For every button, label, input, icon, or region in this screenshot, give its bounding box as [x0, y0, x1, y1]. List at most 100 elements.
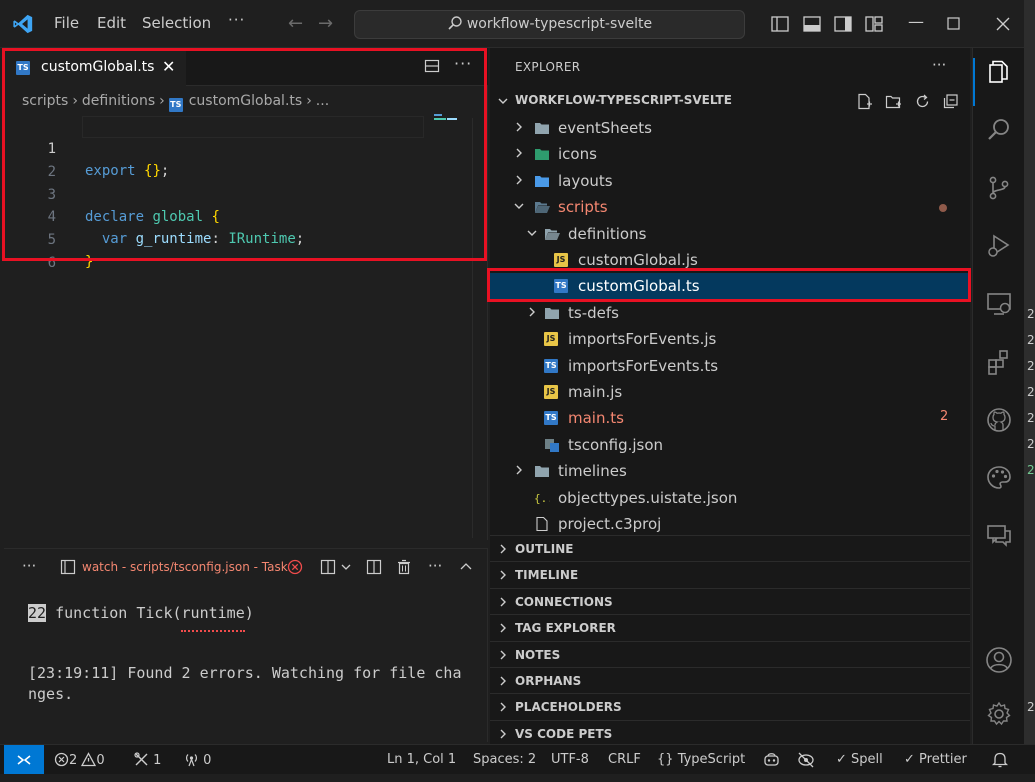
tools-icon: [134, 752, 148, 766]
prettier-status[interactable]: ✓ Prettier: [904, 752, 967, 767]
breadcrumb-symbol[interactable]: ...: [316, 93, 329, 109]
toggle-secondary-sidebar-icon[interactable]: [833, 14, 853, 34]
run-debug-icon[interactable]: [985, 232, 1013, 260]
double-check-icon: ✓: [904, 752, 915, 767]
forward-arrow-icon[interactable]: →: [318, 13, 333, 34]
edge-text: 2: [1027, 437, 1035, 451]
remote-explorer-icon[interactable]: [985, 290, 1013, 318]
ports-indicator[interactable]: 1: [134, 752, 161, 768]
section-vs-code-pets[interactable]: VS CODE PETS: [490, 719, 970, 746]
folder-icon: [535, 466, 549, 478]
source-control-icon[interactable]: [985, 174, 1013, 202]
explorer-more-icon[interactable]: ···: [932, 56, 946, 74]
breadcrumb-scripts[interactable]: scripts: [22, 93, 68, 109]
toggle-panel-icon[interactable]: [802, 14, 822, 34]
accessibility-off-icon[interactable]: [797, 751, 815, 768]
copilot-icon[interactable]: [763, 751, 780, 768]
tree-item-layouts[interactable]: layouts: [490, 168, 970, 194]
section-notes[interactable]: NOTES: [490, 640, 970, 667]
title-bar: File Edit Selection ··· ← → workflow-typ…: [0, 0, 1035, 48]
breadcrumb-file[interactable]: customGlobal.ts: [189, 93, 302, 109]
back-arrow-icon[interactable]: ←: [288, 13, 303, 34]
tree-item-importsforevents-js[interactable]: JS importsForEvents.js: [490, 326, 970, 352]
tree-item-customglobal-js[interactable]: JS customGlobal.js: [490, 247, 970, 273]
problems-indicator[interactable]: 2 0: [54, 752, 105, 768]
tree-item-definitions[interactable]: definitions: [490, 221, 970, 247]
menu-selection[interactable]: Selection: [142, 14, 211, 32]
account-icon[interactable]: [985, 646, 1013, 674]
remote-indicator[interactable]: [4, 745, 44, 775]
tree-item-icons[interactable]: icons: [490, 141, 970, 167]
section-timeline[interactable]: TIMELINE: [490, 561, 970, 587]
panel-actions-more-icon[interactable]: ···: [428, 557, 442, 575]
section-placeholders[interactable]: PLACEHOLDERS: [490, 693, 970, 719]
chat-icon[interactable]: [985, 522, 1013, 550]
tree-item-customglobal-ts[interactable]: TS customGlobal.ts: [490, 273, 970, 300]
github-icon[interactable]: [985, 406, 1013, 434]
tab-customglobal-ts[interactable]: TS customGlobal.ts ✕: [4, 48, 186, 86]
new-file-icon[interactable]: [856, 93, 873, 110]
extensions-icon[interactable]: [985, 348, 1013, 376]
terminal-task-label[interactable]: watch - scripts/tsconfig.json - Task: [82, 560, 288, 574]
maximize-icon[interactable]: [947, 17, 961, 31]
tree-item-label: eventSheets: [558, 119, 652, 137]
language-mode[interactable]: {} TypeScript: [657, 752, 745, 767]
new-folder-icon[interactable]: [885, 93, 902, 110]
panel-more-icon[interactable]: ···: [22, 557, 36, 575]
close-window-icon[interactable]: [996, 17, 1010, 31]
line-ending[interactable]: CRLF: [608, 752, 641, 767]
explorer-sidebar: EXPLORER ··· WORKFLOW-TYPESCRIPT-SVELTE …: [487, 48, 971, 746]
cursor-position[interactable]: Ln 1, Col 1: [387, 752, 456, 767]
tree-item-importsforevents-ts[interactable]: TS importsForEvents.ts: [490, 353, 970, 379]
tree-item-objecttypes-uistate-json[interactable]: {..} objecttypes.uistate.json: [490, 485, 970, 511]
chevron-down-icon[interactable]: [340, 559, 352, 575]
tab-close-icon[interactable]: ✕: [162, 57, 175, 76]
minimize-icon[interactable]: —: [908, 12, 924, 31]
menu-more-icon[interactable]: ···: [228, 11, 245, 29]
section-outline[interactable]: OUTLINE: [490, 535, 970, 561]
menu-edit[interactable]: Edit: [97, 14, 126, 32]
tree-item-scripts[interactable]: scripts: [490, 194, 970, 220]
workspace-header[interactable]: WORKFLOW-TYPESCRIPT-SVELTE: [490, 89, 970, 113]
tree-item-tsconfig-json[interactable]: tsconfig.json: [490, 432, 970, 458]
settings-gear-icon[interactable]: [985, 700, 1013, 728]
vscode-logo-icon[interactable]: [12, 13, 34, 35]
broadcast-indicator[interactable]: 0: [184, 752, 211, 768]
tree-item-main-ts[interactable]: TS main.ts 2: [490, 405, 970, 431]
section-label: TAG EXPLORER: [515, 621, 616, 636]
indentation[interactable]: Spaces: 2: [473, 752, 536, 767]
search-icon[interactable]: [985, 116, 1013, 144]
chevron-up-icon[interactable]: [458, 559, 474, 575]
split-pane-icon[interactable]: [366, 559, 382, 575]
spell-label: Spell: [851, 752, 883, 767]
section-connections[interactable]: CONNECTIONS: [490, 587, 970, 614]
code-token: }: [85, 254, 94, 270]
tree-item-project-c3proj[interactable]: project.c3proj: [490, 511, 970, 537]
split-editor-icon[interactable]: [424, 58, 440, 74]
palette-icon[interactable]: [985, 464, 1013, 492]
code-editor[interactable]: 1 export {}; 2 3 declare global { 4 var …: [4, 116, 488, 271]
collapse-all-icon[interactable]: [942, 93, 959, 110]
menu-file[interactable]: File: [54, 14, 79, 32]
command-center-search[interactable]: workflow-typescript-svelte: [354, 10, 745, 39]
tree-item-ts-defs[interactable]: ts-defs: [490, 300, 970, 326]
trash-icon[interactable]: [396, 559, 412, 575]
svg-text:{..}: {..}: [534, 492, 550, 505]
tree-item-main-js[interactable]: JS main.js: [490, 379, 970, 405]
tree-item-eventsheets[interactable]: eventSheets: [490, 115, 970, 141]
code-token: ;: [160, 163, 170, 179]
refresh-icon[interactable]: [914, 93, 931, 110]
explorer-files-icon[interactable]: [985, 58, 1013, 86]
section-tag-explorer[interactable]: TAG EXPLORER: [490, 614, 970, 640]
tree-item-timelines[interactable]: timelines: [490, 458, 970, 484]
split-terminal-icon[interactable]: [320, 559, 336, 575]
spell-check[interactable]: ✓ Spell: [836, 752, 883, 767]
section-orphans[interactable]: ORPHANS: [490, 667, 970, 693]
breadcrumb-definitions[interactable]: definitions: [82, 93, 155, 109]
editor-more-actions-icon[interactable]: ···: [454, 54, 472, 73]
customize-layout-icon[interactable]: [864, 14, 884, 34]
typescript-file-icon: TS: [544, 411, 558, 426]
toggle-primary-sidebar-icon[interactable]: [770, 14, 790, 34]
notifications-bell-icon[interactable]: [992, 751, 1008, 768]
encoding[interactable]: UTF-8: [551, 752, 589, 767]
